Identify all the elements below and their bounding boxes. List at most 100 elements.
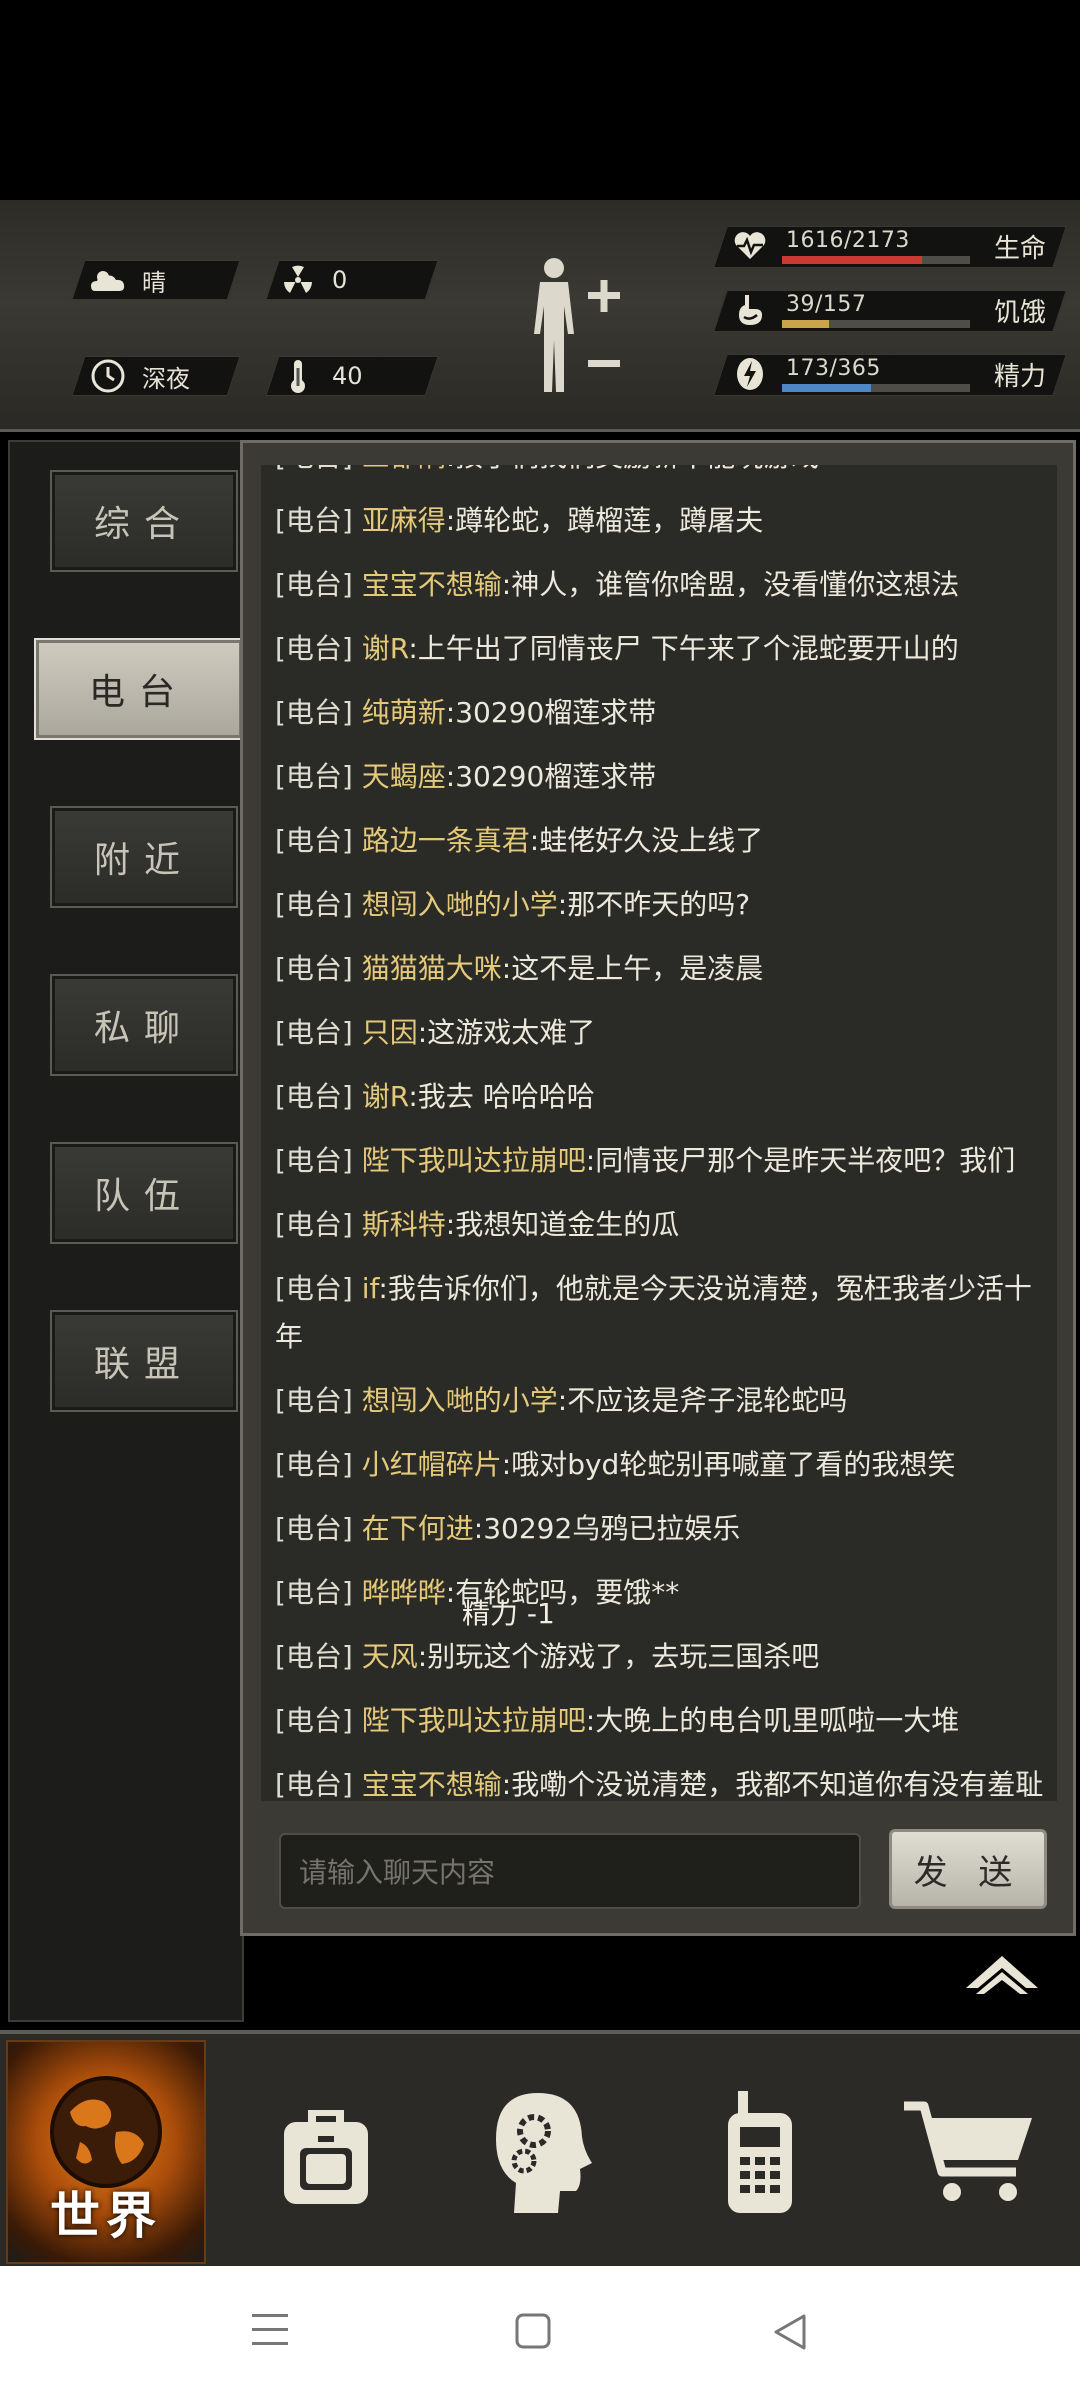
chat-input[interactable]: 请输入聊天内容: [279, 1833, 861, 1909]
home-icon[interactable]: [514, 2312, 552, 2350]
health-bar: [782, 256, 970, 264]
chat-username[interactable]: 陛下我叫达拉崩吧: [362, 1704, 586, 1737]
chat-message: [电台] 亚麻得:蹲轮蛇，蹲榴莲，蹲屠夫: [261, 489, 1057, 553]
chat-username[interactable]: 斯科特: [362, 1208, 446, 1241]
stat-energy: 173/365 精力: [713, 350, 1067, 398]
chat-text: :按了们找们美励新干能玩游戏: [446, 465, 819, 473]
chat-text: :这不是上午，是凌晨: [501, 952, 764, 985]
tab-private[interactable]: 私聊: [50, 974, 238, 1076]
chat-username[interactable]: if: [362, 1272, 379, 1305]
chat-message: [电台] if:我告诉你们，他就是今天没说清楚，冤枉我者少活十年: [261, 1257, 1057, 1369]
chat-text: :别玩这个游戏了，去玩三国杀吧: [417, 1640, 820, 1673]
heart-pulse-icon: [732, 228, 768, 264]
chat-channel-tag: [电台]: [275, 504, 353, 537]
chat-message: [电台] 想闯入哋的小学:那不昨天的吗?: [261, 873, 1057, 937]
chat-message: [电台] 在下何进:30292乌鸦已拉娱乐: [261, 1497, 1057, 1561]
chat-username[interactable]: 天蝎座: [362, 760, 446, 793]
chat-text: :我想知道金生的瓜: [445, 1208, 680, 1241]
chat-text: :大晚上的电台叽里呱啦一大堆: [585, 1704, 960, 1737]
chat-username[interactable]: 在下何进: [362, 1512, 474, 1545]
chat-username[interactable]: 谢R: [362, 1080, 409, 1113]
chat-channel-tag: [电台]: [275, 1144, 353, 1177]
chat-username[interactable]: 猫猫猫大咪: [362, 952, 502, 985]
chat-username[interactable]: 宝宝不想输: [362, 568, 502, 601]
stomach-icon: [732, 292, 768, 328]
chat-channel-tag: [电台]: [275, 1272, 353, 1305]
nav-radio[interactable]: [660, 2040, 860, 2264]
collapse-up-icon[interactable]: [962, 1948, 1042, 1998]
health-value: 1616/2173: [786, 228, 910, 253]
chat-channel-tag: [电台]: [275, 1384, 353, 1417]
chat-username[interactable]: 只因: [362, 1016, 418, 1049]
tab-alliance[interactable]: 联盟: [50, 1310, 238, 1412]
status-bar-area: [0, 0, 1080, 200]
chat-message: [电台] 宝宝不想输:我嘞个没说清楚，我都不知道你有没有羞耻心: [261, 1753, 1057, 1801]
tab-nearby[interactable]: 附近: [50, 806, 238, 908]
nav-world[interactable]: 世界: [6, 2040, 206, 2264]
chat-channel-tag: [电台]: [275, 1512, 353, 1545]
chat-username[interactable]: 小红帽碎片: [362, 1448, 502, 1481]
chat-username[interactable]: 想闯入哋的小学: [362, 888, 558, 921]
stat-health: 1616/2173 生命: [713, 222, 1067, 270]
chat-channel-tag: [电台]: [275, 760, 353, 793]
chat-username[interactable]: 想闯入哋的小学: [362, 1384, 558, 1417]
chat-text: :哦对byd轮蛇别再喊童了看的我想笑: [501, 1448, 956, 1481]
radiation-value: 0: [332, 266, 348, 294]
chat-username[interactable]: 陛下我叫达拉崩吧: [362, 1144, 586, 1177]
weather-label: 晴: [142, 268, 166, 297]
tab-team[interactable]: 队伍: [50, 1142, 238, 1244]
chat-channel-tag: [电台]: [275, 824, 353, 857]
chat-panel: [电台] 三都隅:按了们找们美励新干能玩游戏 [电台] 亚麻得:蹲轮蛇，蹲榴莲，蹲…: [240, 440, 1076, 1936]
chat-message: [电台] 路边一条真君:蛙佬好久没上线了: [261, 809, 1057, 873]
chat-text: :这游戏太难了: [417, 1016, 596, 1049]
chat-channel-tag: [电台]: [275, 1080, 353, 1113]
time-label: 深夜: [142, 364, 190, 393]
tab-general[interactable]: 综合: [50, 470, 238, 572]
chat-username[interactable]: 宝宝不想输: [362, 1768, 502, 1801]
chat-message: [电台] 谢R:上午出了同情丧尸 下午来了个混蛇要开山的: [261, 617, 1057, 681]
chat-message: [电台] 谢R:我去 哈哈哈哈: [261, 1065, 1057, 1129]
send-button[interactable]: 发 送: [889, 1829, 1047, 1909]
thermometer-icon: [278, 356, 318, 396]
chat-channel-tag: [电台]: [275, 1208, 353, 1241]
chat-username[interactable]: 纯萌新: [362, 696, 446, 729]
chat-message: [电台] 陛下我叫达拉崩吧:大晚上的电台叽里呱啦一大堆: [261, 1689, 1057, 1753]
health-label: 生命: [994, 234, 1047, 264]
chat-username[interactable]: 路边一条真君: [362, 824, 530, 857]
backpack-icon: [284, 2110, 368, 2204]
chat-channel-tag: [电台]: [275, 568, 353, 601]
chat-channel-tag: [电台]: [275, 632, 353, 665]
chat-username[interactable]: 天风: [362, 1640, 418, 1673]
energy-bar: [782, 384, 970, 392]
chat-text: :我去 哈哈哈哈: [408, 1080, 595, 1113]
globe-icon: [50, 2076, 162, 2188]
hunger-label: 饥饿: [994, 298, 1047, 328]
radiation-icon: [278, 260, 318, 300]
chat-username[interactable]: 谢R: [362, 632, 409, 665]
chat-message-list[interactable]: [电台] 三都隅:按了们找们美励新干能玩游戏 [电台] 亚麻得:蹲轮蛇，蹲榴莲，蹲…: [261, 465, 1057, 1801]
chat-channel-tag: [电台]: [275, 1576, 353, 1609]
nav-shop[interactable]: [870, 2040, 1070, 2264]
nav-skills[interactable]: [440, 2040, 640, 2264]
clock-icon: [88, 356, 128, 396]
chat-username[interactable]: 三都隅: [362, 465, 446, 473]
chat-channel-tag: [电台]: [275, 465, 353, 473]
chat-message: [电台] 纯萌新:30290榴莲求带: [261, 681, 1057, 745]
tab-radio[interactable]: 电台: [34, 638, 244, 740]
chat-username[interactable]: 亚麻得: [362, 504, 446, 537]
chat-channel-tag: [电台]: [275, 888, 353, 921]
chat-text: :30290榴莲求带: [445, 696, 657, 729]
nav-backpack[interactable]: [226, 2040, 426, 2264]
menu-icon[interactable]: [250, 2312, 290, 2348]
chat-text: :我告诉你们，他就是今天没说清楚，冤枉我者少活十年: [275, 1272, 1032, 1353]
plus-minus-icon[interactable]: [584, 270, 624, 380]
chat-text: :蹲轮蛇，蹲榴莲，蹲屠夫: [445, 504, 764, 537]
back-icon[interactable]: [770, 2312, 810, 2352]
stat-hunger: 39/157 饥饿: [713, 286, 1067, 334]
chat-channel-tag: [电台]: [275, 696, 353, 729]
cloud-sun-icon: [88, 260, 128, 300]
chat-username[interactable]: 晔晔晔: [362, 1576, 446, 1609]
character-body-icon[interactable]: [524, 256, 584, 396]
hunger-value: 39/157: [786, 292, 867, 317]
chat-channel-tag: [电台]: [275, 1016, 353, 1049]
